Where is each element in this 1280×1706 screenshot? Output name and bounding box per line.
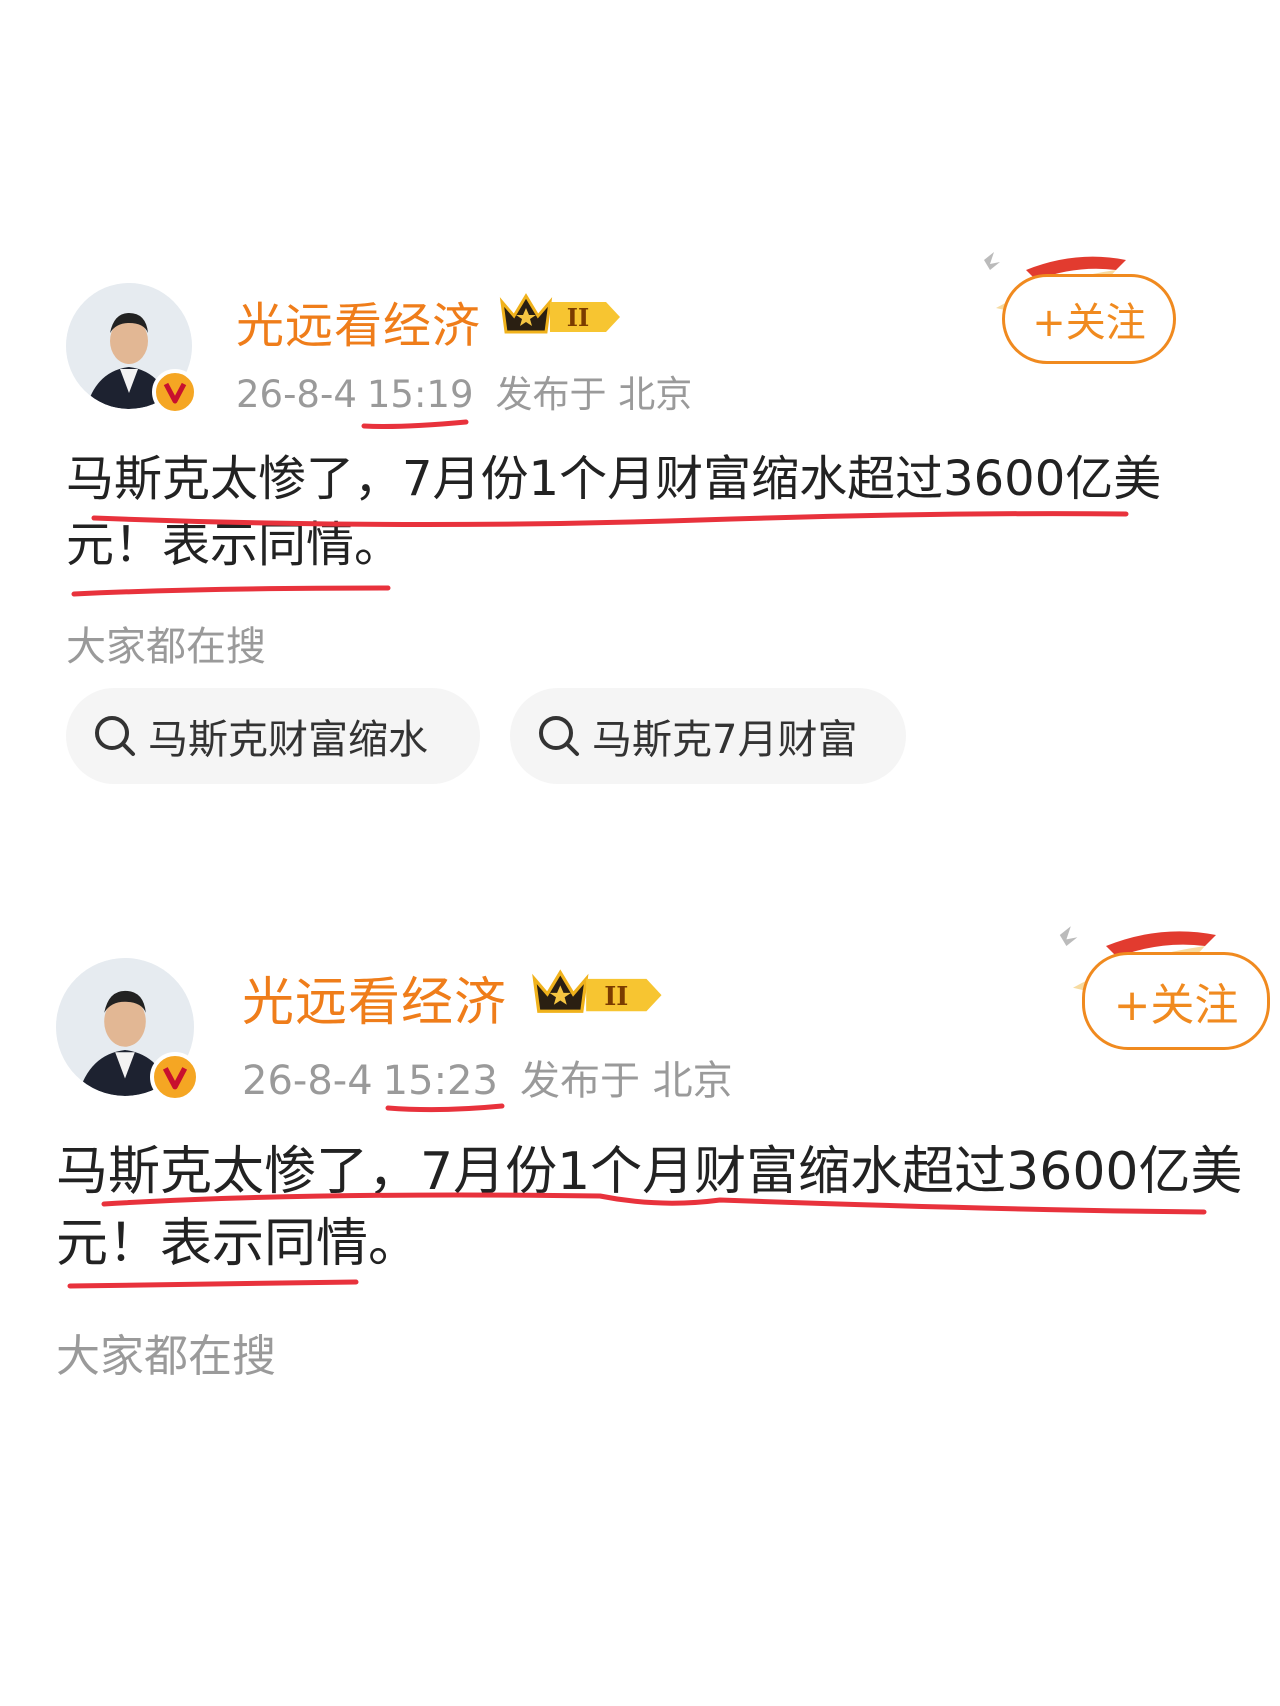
verified-v-icon — [152, 369, 198, 415]
underline-mark — [385, 1103, 505, 1113]
post-time: 15:23 — [382, 1058, 498, 1104]
post-date: 26-8-4 — [236, 373, 357, 416]
post-location: 发布于 北京 — [495, 373, 693, 416]
underline-mark — [71, 585, 391, 597]
follow-button[interactable]: +关注 — [1002, 274, 1176, 364]
username[interactable]: 光远看经济 — [242, 960, 507, 1035]
post-location: 发布于 北京 — [519, 1058, 733, 1104]
post-content: 马斯克太惨了，7月份1个月财富缩水超过3600亿美 元！表示同情。 — [56, 1136, 1243, 1280]
hot-search-label: 大家都在搜 — [66, 624, 266, 670]
post-date: 26-8-4 — [242, 1058, 373, 1104]
crown-level-icon: II — [532, 969, 662, 1013]
hot-search-chip[interactable]: 马斯克财富缩水 — [66, 688, 480, 784]
post-meta: 26-8-4 15:19 发布于 北京 — [236, 364, 714, 418]
hot-search-chip[interactable]: 马斯克7月财富 — [510, 688, 906, 784]
post-content-line: 元！表示同情。 — [56, 1214, 421, 1274]
post-meta: 26-8-4 15:23 发布于 北京 — [242, 1048, 755, 1106]
verified-v-icon — [150, 1052, 200, 1102]
post-content-line: 元！表示同情。 — [66, 517, 403, 573]
svg-text:II: II — [567, 303, 589, 332]
chip-label: 马斯克7月财富 — [592, 717, 858, 763]
search-icon — [539, 716, 579, 756]
follow-button[interactable]: +关注 — [1082, 952, 1270, 1050]
chip-label: 马斯克财富缩水 — [148, 717, 428, 763]
avatar[interactable] — [66, 283, 198, 415]
post-content-line: 马斯克太惨了，7月份1个月财富缩水超过3600亿美 — [56, 1142, 1243, 1202]
username[interactable]: 光远看经济 — [236, 286, 481, 356]
search-icon — [95, 716, 135, 756]
hot-search-label: 大家都在搜 — [56, 1331, 276, 1382]
svg-text:II: II — [604, 982, 628, 1012]
crown-level-icon: II — [499, 293, 620, 334]
underline-mark — [67, 1279, 359, 1289]
post-time: 15:19 — [366, 373, 474, 416]
post-content: 马斯克太惨了，7月份1个月财富缩水超过3600亿美 元！表示同情。 — [66, 446, 1161, 578]
underline-mark — [361, 419, 469, 429]
avatar[interactable] — [56, 958, 200, 1102]
post-content-line: 马斯克太惨了，7月份1个月财富缩水超过3600亿美 — [66, 451, 1162, 507]
